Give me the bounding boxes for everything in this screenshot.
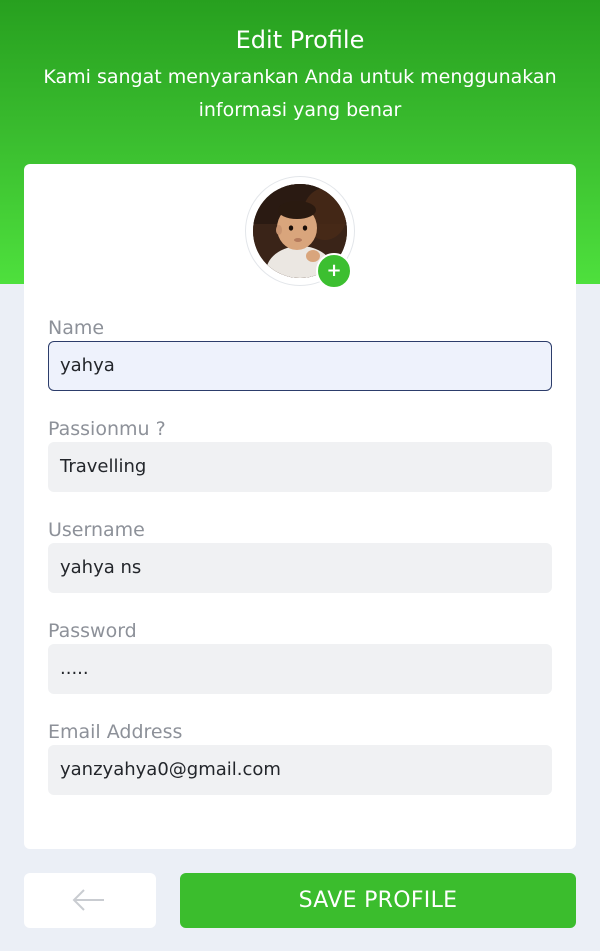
name-label: Name (48, 317, 105, 339)
passion-label: Passionmu ? (48, 418, 166, 440)
email-input[interactable]: yanzyahya0@gmail.com (48, 745, 552, 795)
username-label: Username (48, 519, 145, 541)
page-subtitle: Kami sangat menyarankan Anda untuk mengg… (43, 66, 557, 121)
save-profile-button[interactable]: SAVE PROFILE (180, 873, 576, 928)
name-input[interactable]: yahya (48, 341, 552, 391)
back-button[interactable] (24, 873, 156, 928)
password-label: Password (48, 620, 137, 642)
profile-form-card: + Name yahya Passionmu ? Travelling User… (24, 164, 576, 849)
arrow-left-icon (72, 889, 104, 911)
username-input[interactable]: yahya ns (48, 543, 552, 593)
passion-input[interactable]: Travelling (48, 442, 552, 492)
password-input[interactable]: ..... (48, 644, 552, 694)
page-title: Edit Profile (235, 26, 365, 54)
email-label: Email Address (48, 721, 183, 743)
avatar-container[interactable]: + (245, 176, 355, 289)
add-photo-button[interactable]: + (316, 253, 352, 289)
